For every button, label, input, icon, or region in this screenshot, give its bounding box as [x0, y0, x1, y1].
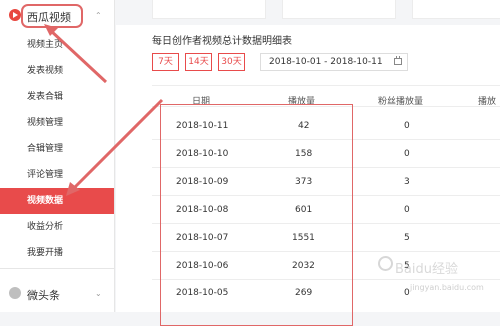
sidebar-item-publish-collection[interactable]: 发表合辑 [0, 84, 114, 110]
table-divider [152, 85, 500, 86]
sidebar-section-weitoutiao[interactable]: 微头条 [27, 287, 60, 303]
sidebar-item-video-data[interactable]: 视频数据 [0, 188, 114, 214]
sidebar-item-video-management[interactable]: 视频管理 [0, 110, 114, 136]
sidebar-item-go-live[interactable]: 我要开播 [0, 240, 114, 266]
annotation-highlight-box [160, 104, 353, 326]
calendar-icon[interactable] [394, 56, 402, 65]
sidebar-item-comment-management[interactable]: 评论管理 [0, 162, 114, 188]
watermark-url: jingyan.baidu.com [410, 283, 484, 292]
chevron-up-icon[interactable]: ⌃ [95, 11, 102, 20]
sidebar-section-xigua[interactable]: 西瓜视频 ⌃ [0, 0, 114, 34]
range-30-days-button[interactable]: 30天 [218, 53, 245, 71]
cell-fan-plays: 3 [404, 177, 410, 187]
date-range-text: 2018-10-01 - 2018-10-11 [269, 57, 383, 67]
weitoutiao-icon [9, 287, 21, 299]
cell-fan-plays: 0 [404, 205, 410, 215]
xigua-logo-icon [9, 9, 21, 21]
cell-fan-plays: 0 [404, 149, 410, 159]
chevron-down-icon[interactable]: ⌄ [95, 289, 102, 298]
sidebar-item-revenue-analysis[interactable]: 收益分析 [0, 214, 114, 240]
page-title: 每日创作者视频总计数据明细表 [152, 36, 292, 47]
sidebar-section-title: 西瓜视频 [27, 11, 71, 24]
cell-fan-plays: 0 [404, 121, 410, 131]
sidebar-item-video-home[interactable]: 视频主页 [0, 32, 114, 58]
range-7-days-button[interactable]: 7天 [152, 53, 179, 71]
date-range-picker[interactable]: 2018-10-01 - 2018-10-11 [260, 53, 408, 71]
cell-fan-plays: 5 [404, 233, 410, 243]
cell-fan-plays: 0 [404, 288, 410, 298]
sidebar-item-publish-video[interactable]: 发表视频 [0, 58, 114, 84]
stat-card [412, 0, 500, 19]
stat-card [282, 0, 396, 19]
baidu-paw-icon [378, 256, 393, 271]
sidebar-item-collection-management[interactable]: 合辑管理 [0, 136, 114, 162]
range-14-days-button[interactable]: 14天 [185, 53, 212, 71]
watermark: Baidu经验 [395, 262, 458, 277]
sidebar-divider [0, 268, 114, 269]
sidebar: 西瓜视频 ⌃ 视频主页 发表视频 发表合辑 视频管理 合辑管理 评论管理 视频数… [0, 0, 115, 312]
stat-card [152, 0, 266, 19]
